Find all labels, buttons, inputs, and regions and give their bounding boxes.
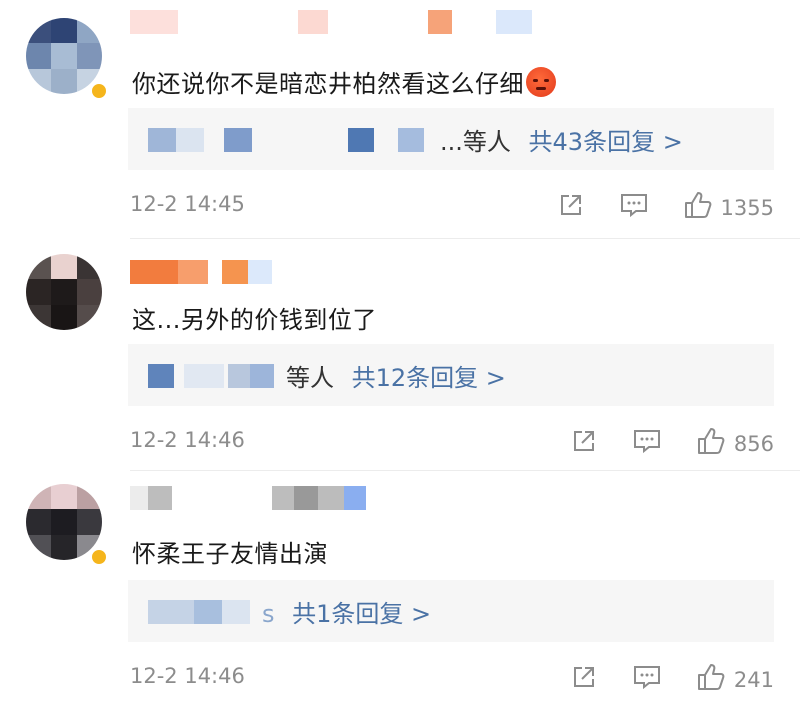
comment-icon[interactable]: [619, 191, 649, 224]
comment-text: 你还说你不是暗恋井柏然看这么仔细: [132, 64, 556, 99]
share-icon[interactable]: [557, 191, 585, 224]
reply-preview[interactable]: s 共1条回复 >: [128, 580, 774, 642]
comment-actions: 856: [570, 426, 774, 461]
share-icon[interactable]: [570, 427, 598, 460]
reply-preview[interactable]: ...等人 共43条回复 >: [128, 108, 774, 170]
like-icon[interactable]: [696, 662, 726, 697]
comment-icon[interactable]: [632, 427, 662, 460]
reply-user-blurred: [148, 128, 176, 152]
like-count: 856: [733, 431, 774, 456]
timestamp: 12-2 14:46: [130, 664, 245, 688]
like-count: 1355: [720, 195, 774, 220]
view-replies-link[interactable]: 共12条回复 >: [352, 364, 506, 392]
divider: [130, 470, 800, 471]
reply-preview[interactable]: 等人 共12条回复 >: [128, 344, 774, 406]
like-count: 241: [733, 667, 774, 692]
timestamp: 12-2 14:45: [130, 192, 245, 216]
username-blurred[interactable]: [130, 10, 532, 34]
comment-actions: 241: [570, 662, 774, 697]
comment-1: 你还说你不是暗恋井柏然看这么仔细 ...等人 共43条回复 > 12-2 14:…: [0, 0, 800, 238]
reply-summary: 等人 共12条回复 >: [286, 364, 506, 392]
verified-badge-icon: [90, 548, 108, 566]
comment-actions: 1355: [557, 190, 774, 225]
like-icon[interactable]: [696, 426, 726, 461]
reply-user-blurred: [148, 600, 194, 624]
divider: [130, 238, 800, 239]
comment-icon[interactable]: [632, 663, 662, 696]
avatar[interactable]: [26, 484, 102, 560]
reply-user-blurred: [148, 364, 174, 388]
avatar[interactable]: [26, 18, 102, 94]
username-blurred[interactable]: [130, 260, 272, 284]
avatar[interactable]: [26, 254, 102, 330]
username-blurred[interactable]: [130, 486, 366, 510]
comment-3: 怀柔王子友情出演 s 共1条回复 > 12-2 14:46 241: [0, 472, 800, 708]
view-replies-link[interactable]: 共1条回复 >: [292, 600, 431, 628]
reply-summary: s 共1条回复 >: [262, 600, 432, 628]
comment-2: 这...另外的价钱到位了 等人 共12条回复 > 12-2 14:46 856: [0, 240, 800, 470]
verified-badge-icon: [90, 82, 108, 100]
like-icon[interactable]: [683, 190, 713, 225]
view-replies-link[interactable]: 共43条回复 >: [529, 128, 683, 156]
comment-text: 这...另外的价钱到位了: [132, 306, 377, 334]
share-icon[interactable]: [570, 663, 598, 696]
comment-text: 怀柔王子友情出演: [132, 540, 328, 568]
timestamp: 12-2 14:46: [130, 428, 245, 452]
reply-summary: ...等人 共43条回复 >: [440, 128, 683, 156]
angry-face-icon: [526, 67, 556, 97]
